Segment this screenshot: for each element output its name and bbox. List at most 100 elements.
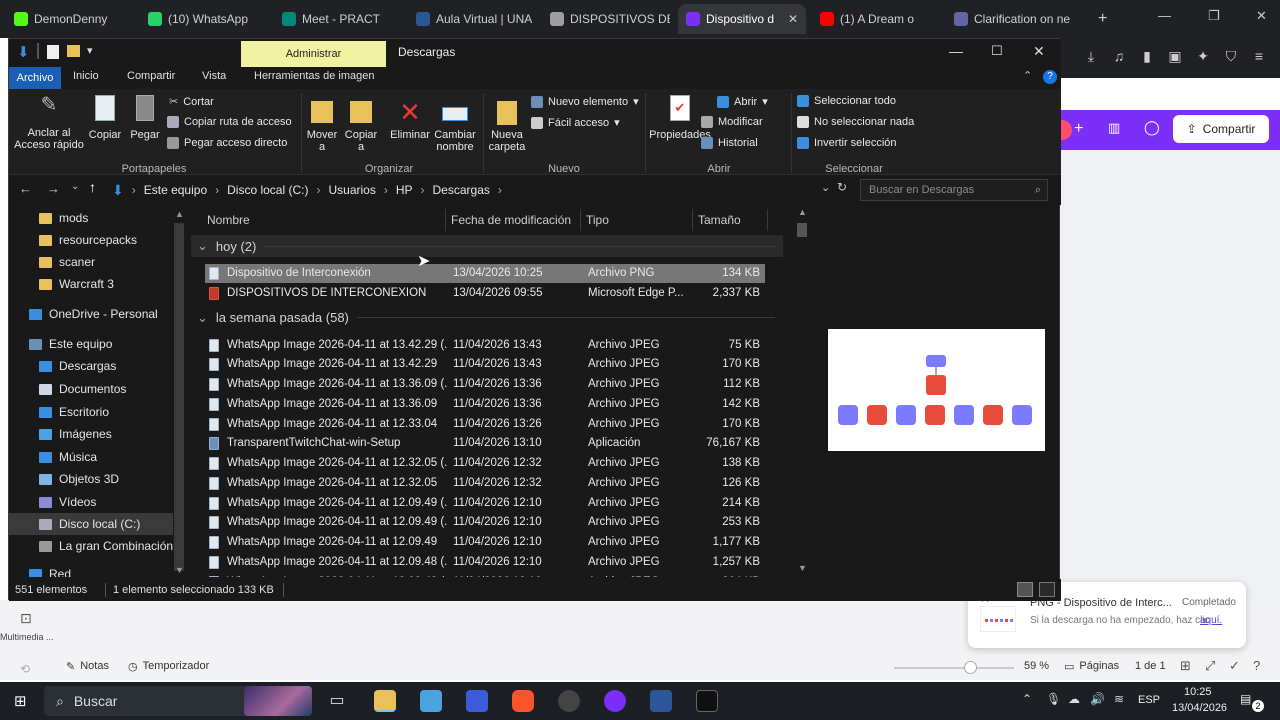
restore-icon[interactable]: ❐ (1208, 8, 1220, 24)
table-row[interactable]: WhatsApp Image 2026-04-11 at 12.32.05 11/… (205, 474, 765, 493)
volume-icon[interactable]: 🔊 (1090, 692, 1105, 706)
nav-item[interactable]: La gran Combinación ( (9, 535, 180, 557)
breadcrumb-item[interactable]: Descargas (433, 183, 490, 197)
nav-item[interactable]: OneDrive - Personal (9, 303, 173, 325)
record-icon[interactable] (1060, 120, 1072, 140)
rename-button[interactable]: Cambiar nombre (431, 95, 479, 153)
shield-icon[interactable]: ⛉ (1222, 48, 1240, 66)
apps-icon[interactable]: ⟲ (20, 662, 30, 676)
address-bar[interactable]: ⬇ › Este equipo › Disco local (C:) › Usu… (111, 179, 831, 201)
scroll-up-icon[interactable]: ▲ (798, 207, 807, 217)
nav-item[interactable]: Imágenes (9, 423, 173, 445)
table-row[interactable]: WhatsApp Image 2026-04-11 at 13.42.29 (.… (205, 336, 765, 355)
tab-0[interactable]: DemonDenny (6, 4, 134, 34)
tab-4[interactable]: DISPOSITIVOS DE (542, 4, 670, 34)
notes-button[interactable]: ✎ Notas (66, 660, 109, 673)
column-header-type[interactable]: Tipo (586, 213, 609, 227)
chart-icon[interactable]: ▥ (1108, 120, 1120, 136)
tab-compartir[interactable]: Compartir (127, 70, 175, 82)
wifi-icon[interactable]: ≋ (1114, 692, 1124, 706)
table-row[interactable]: WhatsApp Image 2026-04-11 at 12.09.48 (.… (205, 553, 765, 572)
breadcrumb-item[interactable]: HP (396, 183, 413, 197)
zoom-slider[interactable] (894, 667, 1014, 669)
new-item-button[interactable]: Nuevo elemento ▾ (531, 95, 639, 108)
start-icon[interactable]: ⊞ (14, 692, 27, 710)
word-icon[interactable] (650, 690, 672, 712)
invert-selection-button[interactable]: Invertir selección (797, 137, 897, 149)
nav-item[interactable]: Música (9, 446, 173, 468)
clock-time[interactable]: 10:25 (1184, 686, 1212, 698)
nav-item[interactable]: Escritorio (9, 401, 173, 423)
copy-path-button[interactable]: Copiar ruta de acceso (167, 116, 292, 128)
pages-button[interactable]: ▭ Páginas (1064, 660, 1119, 673)
nav-item[interactable]: resourcepacks (9, 229, 173, 251)
breadcrumb-item[interactable]: Disco local (C:) (227, 183, 308, 197)
table-row[interactable]: WhatsApp Image 2026-04-11 at 12.33.04 11/… (205, 415, 765, 434)
search-input[interactable]: ⌕ Buscar (44, 686, 312, 716)
file-explorer-taskbar-icon[interactable] (374, 690, 396, 712)
paste-button[interactable]: Pegar (127, 95, 163, 141)
tab-vista[interactable]: Vista (202, 70, 226, 82)
timer-button[interactable]: ◷ Temporizador (128, 660, 209, 673)
address-dropdown-icon[interactable]: ⌄ (821, 181, 830, 194)
open-button[interactable]: Abrir ▾ (717, 95, 768, 108)
download-link[interactable]: aquí. (1200, 615, 1222, 626)
file-list-scrollbar[interactable]: ▲ ▼ (795, 205, 809, 577)
refresh-icon[interactable]: ↻ (837, 180, 847, 194)
copy-button[interactable]: Copiar (87, 95, 123, 141)
recent-dropdown-icon[interactable]: ⌄ (71, 181, 79, 192)
share-button[interactable]: ⇪ Compartir (1173, 115, 1269, 143)
nav-item[interactable]: Disco local (C:) (9, 513, 173, 535)
tab-5[interactable]: Dispositivo d ✕ (678, 4, 806, 34)
group-header[interactable]: ⌄ hoy (2) (191, 235, 783, 257)
fullscreen-icon[interactable]: ⤢ (1205, 658, 1215, 674)
new-tab-button[interactable]: + (1090, 4, 1115, 34)
scroll-thumb[interactable] (797, 223, 807, 237)
zoom-slider-thumb[interactable] (964, 661, 977, 674)
nav-item[interactable]: Warcraft 3 (9, 273, 173, 295)
back-icon[interactable]: ← (19, 181, 32, 196)
comment-icon[interactable]: ◯ (1144, 119, 1160, 136)
pin-quick-access-button[interactable]: ✎ Anclar al Acceso rápido (13, 95, 85, 151)
move-to-button[interactable]: Mover a (305, 95, 339, 153)
collapse-ribbon-icon[interactable]: ⌃ (1023, 69, 1032, 82)
tab-3[interactable]: Aula Virtual | UNA (408, 4, 536, 34)
brave-icon[interactable] (512, 690, 534, 712)
notification-icon[interactable]: ▤ (1240, 692, 1251, 706)
nav-item[interactable]: Red (9, 563, 173, 577)
paste-shortcut-button[interactable]: Pegar acceso directo (167, 137, 287, 149)
nav-item[interactable]: scaner (9, 251, 173, 273)
scroll-up-icon[interactable]: ▲ (175, 209, 184, 219)
quick-access-dropdown-icon[interactable]: ▾ (87, 44, 93, 57)
chat-app-icon[interactable] (604, 690, 626, 712)
close-tab-icon[interactable]: ✕ (788, 12, 798, 26)
obs-icon[interactable] (558, 690, 580, 712)
table-row[interactable]: Dispositivo de Interconexión 13/04/2026 1… (205, 264, 765, 283)
group-header[interactable]: ⌄ la semana pasada (58) (191, 307, 783, 329)
nav-item[interactable]: Vídeos (9, 491, 173, 513)
tab-7[interactable]: Clarification on ne (946, 4, 1074, 34)
table-row[interactable]: DISPOSITIVOS DE INTERCONEXION 13/04/2026 … (205, 284, 765, 303)
language-indicator[interactable]: ESP (1138, 694, 1160, 706)
table-row[interactable]: WhatsApp Image 2026-04-11 at 12.09.49 11/… (205, 533, 765, 552)
manage-tab[interactable]: Administrar (241, 41, 386, 67)
nav-item[interactable]: Objetos 3D (9, 468, 173, 490)
table-row[interactable]: WhatsApp Image 2026-04-11 at 12.32.05 (.… (205, 454, 765, 473)
nav-item[interactable]: mods (9, 207, 173, 229)
easy-access-button[interactable]: Fácil acceso ▾ (531, 116, 620, 129)
new-folder-icon[interactable] (67, 45, 80, 57)
tab-6[interactable]: (1) A Dream o (812, 4, 940, 34)
up-icon[interactable]: ↑ (89, 179, 96, 195)
nav-scrollbar[interactable] (174, 223, 184, 571)
calculator-icon[interactable] (420, 690, 442, 712)
breadcrumb-item[interactable]: Este equipo (144, 183, 207, 197)
microphone-icon[interactable]: 🎙 (1046, 692, 1061, 706)
properties-icon[interactable] (47, 45, 59, 59)
download-icon[interactable]: ⤓ (1082, 48, 1100, 66)
zoom-level[interactable]: 59 % (1024, 660, 1049, 672)
table-row[interactable]: WhatsApp Image 2026-04-11 at 13.36.09 (.… (205, 375, 765, 394)
column-header-size[interactable]: Tamaño (698, 213, 741, 227)
add-icon[interactable]: + (1074, 120, 1083, 138)
scroll-down-icon[interactable]: ▼ (175, 565, 184, 575)
app-icon[interactable] (466, 690, 488, 712)
